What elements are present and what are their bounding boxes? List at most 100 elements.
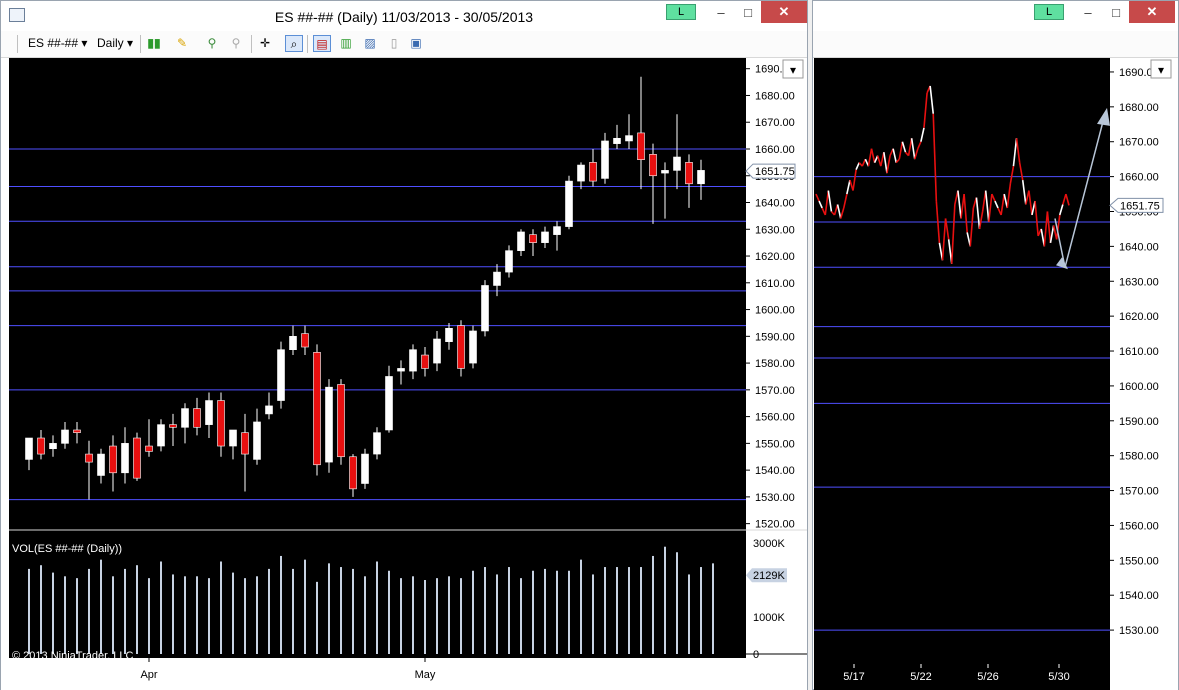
price-tick-label: 1680.00 [1119, 102, 1159, 114]
title-bar[interactable]: L – □ ✕ [813, 1, 1178, 31]
strategy-icon[interactable]: ⚲ [227, 35, 245, 52]
instrument-selector[interactable]: ES ##-## ▾ [28, 36, 87, 50]
candle-body [313, 352, 321, 466]
price-tick-label: 1640.00 [755, 198, 795, 210]
price-tick-label: 1610.00 [1119, 346, 1159, 358]
candle-body [409, 349, 417, 372]
chart-toolbar: ES ##-## ▾ Daily ▾ ▮▮ ✎ ⚲ ⚲ ✛ ⌕ ▤ ▥ ▨ ▯ … [1, 31, 807, 58]
price-tick-label: 1680.00 [755, 90, 795, 102]
toolbar-separator [251, 35, 252, 53]
volume-tick-label: 1000K [753, 612, 785, 624]
date-label: 5/26 [977, 671, 998, 683]
maximize-button[interactable]: □ [1102, 1, 1130, 25]
candle-body [157, 424, 165, 447]
candle-body [529, 234, 537, 243]
candle-body [397, 368, 405, 372]
price-chart[interactable]: 1690.001680.001670.001660.001650.001640.… [1, 58, 807, 690]
copyright-text: © 2013 NinjaTrader, LLC [12, 650, 133, 662]
close-button[interactable]: ✕ [761, 1, 807, 23]
price-tick-label: 1520.00 [755, 519, 795, 531]
candle-body [205, 400, 213, 425]
price-tick-label: 1640.00 [1119, 241, 1159, 253]
price-tick-label: 1530.00 [1119, 625, 1159, 637]
date-label: 5/30 [1048, 671, 1069, 683]
price-tick-label: 1660.00 [755, 144, 795, 156]
candle-body [181, 408, 189, 428]
candle-body [361, 453, 369, 484]
close-button[interactable]: ✕ [1129, 1, 1175, 23]
time-axis[interactable] [1, 658, 807, 690]
toolbar-separator [17, 35, 18, 53]
toolbar-separator [307, 35, 308, 53]
link-button[interactable]: L [666, 4, 696, 20]
price-tick-label: 1570.00 [1119, 486, 1159, 498]
price-tick-label: 1600.00 [1119, 381, 1159, 393]
chart-trader-icon[interactable]: ▤ [313, 35, 331, 52]
plot-area[interactable] [814, 58, 1110, 664]
chevron-down-icon: ▾ [790, 63, 796, 77]
candle-body [613, 137, 621, 144]
date-label: May [415, 669, 436, 681]
minimize-button[interactable]: – [1074, 1, 1102, 25]
candle-body [121, 443, 129, 474]
chevron-down-icon: ▾ [127, 36, 134, 50]
volume-indicator-label: VOL(ES ##-## (Daily)) [12, 543, 122, 555]
price-tick-label: 1540.00 [755, 465, 795, 477]
toolbar-separator [140, 35, 141, 53]
candle-body [325, 386, 333, 463]
candle-body [517, 231, 525, 251]
candle-body [373, 432, 381, 455]
price-chart[interactable]: 1690.001680.001670.001660.001650.001640.… [813, 58, 1178, 690]
title-bar[interactable]: ES ##-## (Daily) 11/03/2013 - 30/05/2013… [1, 1, 807, 31]
link-button[interactable]: L [1034, 4, 1064, 20]
minimize-button[interactable]: – [707, 1, 735, 25]
candle-style-icon[interactable]: ▥ [337, 35, 355, 52]
properties-icon[interactable]: ▯ [385, 35, 403, 52]
candle-body [97, 453, 105, 476]
candle-body [493, 271, 501, 286]
bar-type-icon[interactable]: ▮▮ [145, 35, 163, 52]
candle-body [565, 180, 573, 227]
candle-body [505, 250, 513, 273]
drawing-pencil-icon[interactable]: ✎ [173, 35, 191, 52]
instrument-label: ES ##-## [28, 36, 79, 50]
price-tick-label: 1560.00 [755, 412, 795, 424]
price-tick-label: 1600.00 [755, 305, 795, 317]
volume-marker: 2129K [746, 568, 787, 583]
data-box-icon[interactable]: ▨ [361, 35, 379, 52]
chart-window-intraday: L – □ ✕ 1690.001680.001670.001660.001650… [812, 0, 1179, 690]
candle-body [85, 453, 93, 463]
price-tick-label: 1570.00 [755, 385, 795, 397]
candle-body [61, 429, 69, 444]
price-tick-label: 1630.00 [755, 224, 795, 236]
candle-body [229, 429, 237, 447]
candle-body [133, 437, 141, 479]
zoom-icon[interactable]: ⌕ [285, 35, 303, 52]
price-tick-label: 1610.00 [755, 278, 795, 290]
crosshair-icon[interactable]: ✛ [256, 35, 274, 52]
indicator-icon[interactable]: ⚲ [203, 35, 221, 52]
date-label: 5/22 [910, 671, 931, 683]
last-price-label: 1651.75 [755, 166, 795, 178]
interval-selector[interactable]: Daily ▾ [97, 36, 133, 50]
price-tick-label: 1630.00 [1119, 276, 1159, 288]
template-icon[interactable]: ▣ [407, 35, 425, 52]
candle-body [457, 325, 465, 369]
interval-label: Daily [97, 36, 124, 50]
candle-body [145, 445, 153, 452]
price-tick-label: 1590.00 [755, 331, 795, 343]
price-tick-label: 1560.00 [1119, 520, 1159, 532]
candle-body [685, 162, 693, 185]
candle-body [169, 424, 177, 428]
candle-body [673, 156, 681, 171]
last-price-label: 1651.75 [1120, 200, 1160, 212]
candle-body [445, 327, 453, 342]
price-tick-label: 1620.00 [1119, 311, 1159, 323]
volume-tick-label: 3000K [753, 538, 785, 550]
price-tick-label: 1580.00 [755, 358, 795, 370]
volume-marker-label: 2129K [753, 570, 785, 582]
maximize-button[interactable]: □ [734, 1, 762, 25]
chevron-down-icon: ▾ [81, 36, 88, 50]
price-tick-label: 1590.00 [1119, 416, 1159, 428]
candle-body [193, 408, 201, 428]
